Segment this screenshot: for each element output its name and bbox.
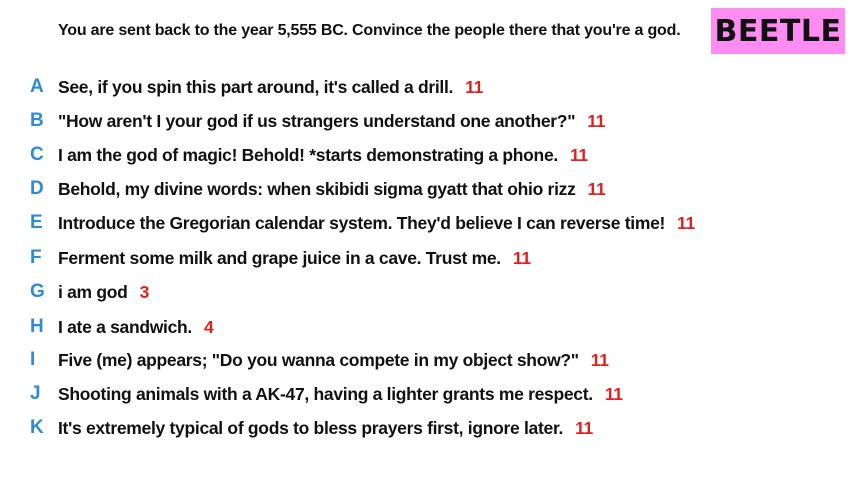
answer-text: See, if you spin this part around, it's … [58,76,484,97]
answer-score: 11 [512,247,531,268]
answer-score: 11 [587,110,606,131]
answer-score: 11 [590,349,609,370]
answer-text: Shooting animals with a AK-47, having a … [58,383,623,404]
answer-text: "How aren't I your god if us strangers u… [58,110,606,131]
answer-text: Behold, my divine words: when skibidi si… [58,178,606,199]
answer-text: It's extremely typical of gods to bless … [58,417,593,438]
answer-letter: D [30,178,44,199]
answer-letter: A [30,76,44,97]
answer-score: 11 [575,417,593,438]
answer-score: 3 [139,281,150,302]
answer-score: 11 [587,178,606,199]
answer-text: I am the god of magic! Behold! *starts d… [58,144,588,165]
answer-letter: E [30,212,43,233]
answer-letter: J [30,383,41,404]
answer-letter: K [30,417,44,438]
answer-score: 4 [203,316,214,337]
answer-text: i am god 3 [58,281,150,302]
answer-text: Ferment some milk and grape juice in a c… [58,247,531,268]
answer-score: 11 [569,144,588,165]
answer-letter: B [30,110,44,131]
answer-letter: I [30,349,36,370]
answer-letter: F [30,247,42,268]
answer-letter: G [30,281,45,302]
answer-text: Five (me) appears; "Do you wanna compete… [58,349,609,370]
answer-letter: C [30,144,44,165]
answer-text: Introduce the Gregorian calendar system.… [58,212,695,233]
answer-list: A See, if you spin this part around, it'… [0,0,853,480]
answer-score: 11 [604,383,623,404]
answer-letter: H [30,316,44,337]
answer-score: 11 [465,76,484,97]
answer-score: 11 [677,212,695,233]
answer-text: I ate a sandwich. 4 [58,316,214,337]
